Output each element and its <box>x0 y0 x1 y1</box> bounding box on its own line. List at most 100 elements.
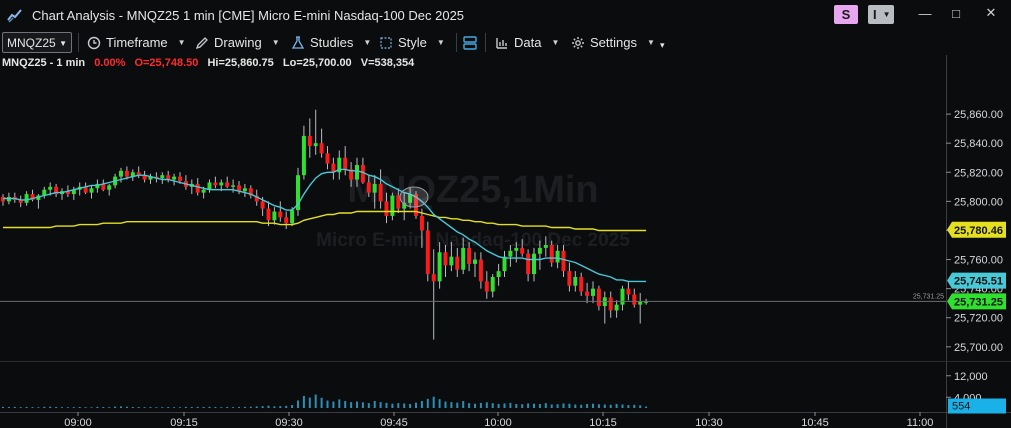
volume-bar <box>533 403 535 408</box>
candle-up <box>473 259 477 264</box>
symbol-input[interactable]: MNQZ25 ▼ <box>2 32 72 53</box>
candle-up <box>231 185 236 187</box>
volume-bar <box>485 402 488 408</box>
toolbar-overflow-button[interactable]: ▾ <box>660 36 665 55</box>
candle-up <box>573 277 578 286</box>
volume-bar <box>96 406 99 408</box>
volume-bar <box>491 403 494 408</box>
time-tick-label: 09:00 <box>64 417 92 428</box>
crosshair-price-text: 25,731.25 <box>913 293 944 300</box>
candle-down <box>425 230 430 275</box>
chevron-down-icon: ▼ <box>177 38 186 47</box>
volume-bar <box>379 402 382 408</box>
settings-label: Settings <box>590 35 637 50</box>
style-menu[interactable]: Style ▼ <box>378 33 445 52</box>
candle-down <box>520 247 525 254</box>
chevron-down-icon: ▼ <box>271 38 280 47</box>
volume-bar <box>102 407 105 408</box>
candle-down <box>443 252 448 266</box>
link-group-s-button[interactable]: S <box>834 5 858 24</box>
highlight-marker <box>399 186 429 208</box>
volume-bar <box>149 407 152 408</box>
volume-bar <box>232 407 235 408</box>
volume-bar <box>603 404 606 408</box>
candle-down <box>626 288 631 295</box>
link-group-i-button[interactable]: I ▼ <box>868 5 894 24</box>
volume-bar <box>462 401 465 408</box>
candle-up <box>502 256 507 272</box>
volume-bar <box>550 404 553 408</box>
volume-bar <box>66 407 69 408</box>
volume-bar <box>515 403 518 408</box>
chart-toolbar: MNQZ25 ▼ Timeframe ▼ Drawing ▼ Studies ▼… <box>0 30 1011 55</box>
time-tick-label: 10:30 <box>695 417 723 428</box>
chevron-down-icon: ▼ <box>436 38 445 47</box>
volume-bar <box>521 404 524 408</box>
volume-bar <box>61 407 63 408</box>
candle-up <box>449 256 454 266</box>
candle-up <box>638 301 643 305</box>
volume-bar <box>2 406 4 408</box>
volume-bar <box>326 400 329 408</box>
candle-up <box>555 250 560 263</box>
volume-bar <box>273 406 276 408</box>
candle-up <box>461 247 466 270</box>
volume-bar <box>556 404 559 408</box>
candle-down <box>608 297 613 311</box>
time-tick-label: 11:00 <box>907 417 934 428</box>
candle-up <box>242 188 247 192</box>
app-logo-icon <box>4 4 26 26</box>
volume-bar <box>137 407 140 408</box>
data-menu[interactable]: Data ▼ <box>494 33 559 52</box>
volume-bar <box>184 406 187 408</box>
minimize-button[interactable]: — <box>910 2 940 24</box>
chevron-down-icon: ▼ <box>646 38 655 47</box>
candle-up <box>532 253 536 275</box>
timeframe-menu[interactable]: Timeframe ▼ <box>86 33 186 52</box>
volume-panel <box>2 394 648 408</box>
candle-down <box>567 271 572 286</box>
candle-up <box>290 210 295 224</box>
price-tick-label: 25,720.00 <box>954 313 1003 325</box>
volume-bar <box>320 397 323 408</box>
candle-up <box>48 186 53 190</box>
volume-bar <box>592 403 594 408</box>
drawing-label: Drawing <box>214 35 262 50</box>
volume-bar <box>645 406 648 408</box>
volume-bar <box>279 406 282 408</box>
candle-up <box>644 301 649 303</box>
layout-toggle-button[interactable] <box>462 33 482 52</box>
volume-bar <box>438 399 441 408</box>
candle-down <box>366 182 371 193</box>
volume-bar <box>503 403 506 408</box>
volume-bar <box>143 407 146 408</box>
close-button[interactable]: ✕ <box>976 2 1006 24</box>
volume-bar <box>90 407 93 408</box>
price-chart[interactable]: MNQZ25,1Min Micro E-mini Nasdaq-100 Dec … <box>0 55 1011 428</box>
volume-bar <box>415 402 417 408</box>
candle-up <box>272 211 277 221</box>
price-tick-label: 25,760.00 <box>954 255 1003 267</box>
volume-bar <box>7 407 10 408</box>
maximize-button[interactable]: □ <box>941 2 971 24</box>
volume-bar <box>196 406 199 408</box>
pen-icon <box>194 35 210 51</box>
timeframe-label: Timeframe <box>106 35 168 50</box>
volume-bar <box>639 405 642 408</box>
volume-bar <box>538 403 541 408</box>
window-title: Chart Analysis - MNQZ25 1 min [CME] Micr… <box>32 7 465 23</box>
volume-bar <box>367 403 370 408</box>
volume-bar <box>31 407 34 408</box>
volume-bar <box>208 406 211 408</box>
volume-bar <box>25 406 28 408</box>
studies-menu[interactable]: Studies ▼ <box>290 33 371 52</box>
candle-up <box>620 288 625 305</box>
volume-bar <box>373 401 376 408</box>
candle-up <box>437 252 442 282</box>
price-tick-label: 25,800.00 <box>954 196 1003 208</box>
candle-down <box>278 211 283 218</box>
volume-bar <box>84 407 87 408</box>
drawing-menu[interactable]: Drawing ▼ <box>194 33 280 52</box>
time-tick-label: 09:15 <box>170 417 198 428</box>
settings-menu[interactable]: Settings ▼ <box>570 33 655 52</box>
